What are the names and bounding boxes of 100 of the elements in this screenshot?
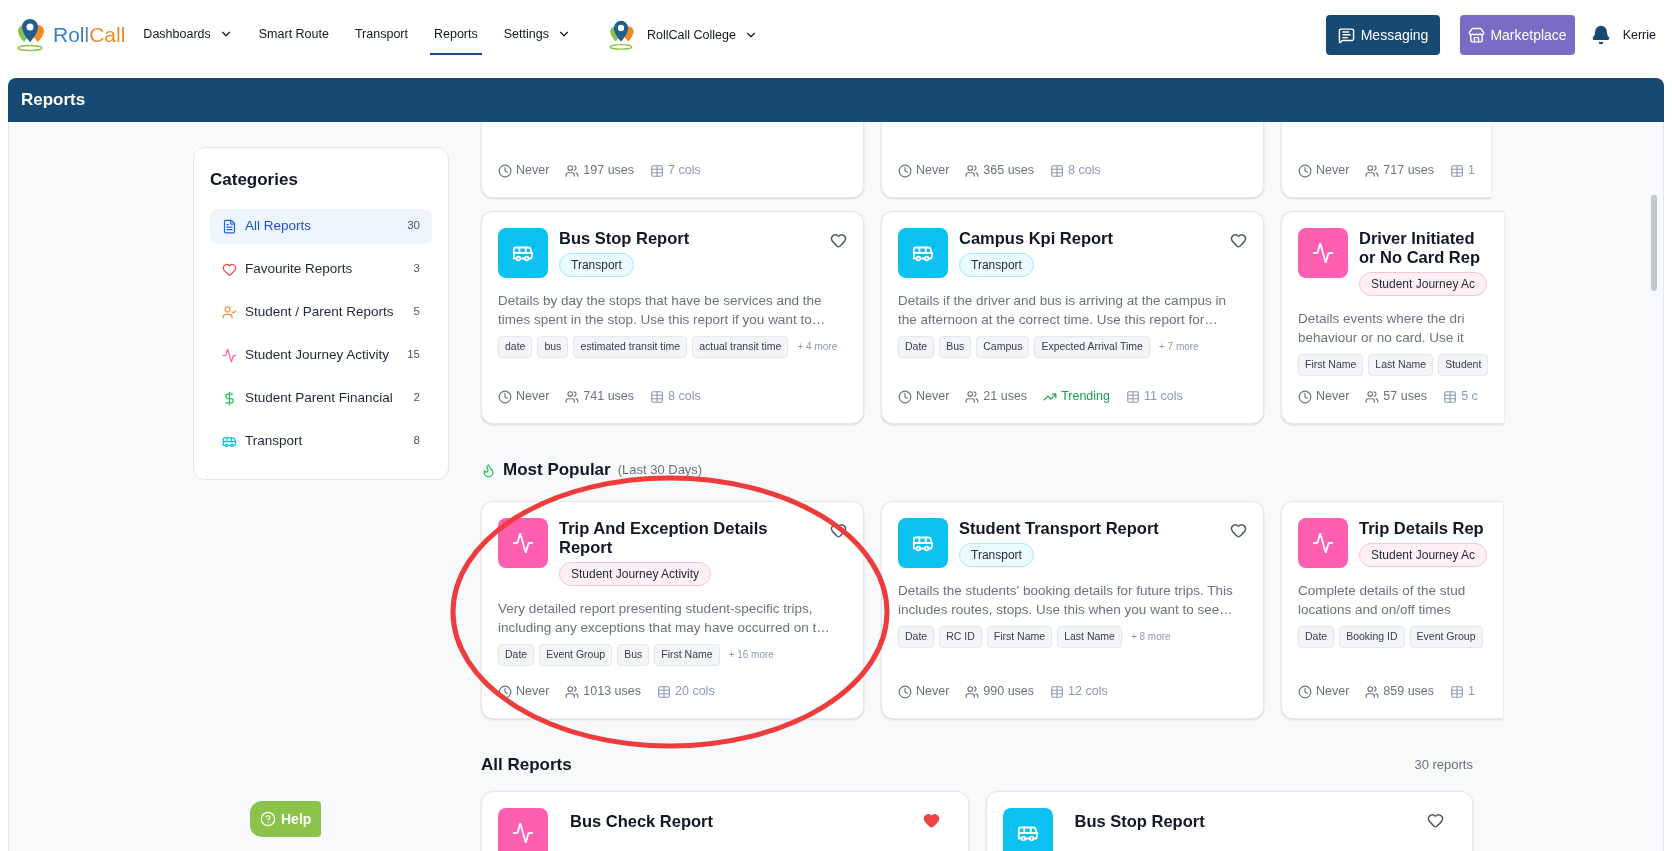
last-run: Never <box>516 162 550 180</box>
more-tags: + 8 more <box>1130 629 1171 645</box>
report-card[interactable] <box>881 211 1264 424</box>
nav-item[interactable]: Dashboards <box>139 15 237 55</box>
category-badge: Student Journey Ac <box>1359 272 1488 296</box>
report-title[interactable]: Bus Stop Report <box>1074 809 1205 834</box>
uses-count: 57 uses <box>1383 388 1428 406</box>
report-title[interactable]: Bus Check Report <box>570 809 714 834</box>
report-card[interactable]: Never 365 uses 8 cols <box>881 122 1264 198</box>
report-card[interactable]: Driver Initiated or No Card Rep Student Journey Ac Details events where the dri behaviour or no card. Use it First Name Last Name Student Never 57 uses 5 c <box>1281 211 1505 424</box>
column-tag: RC ID <box>939 626 982 648</box>
column-tag: Campus <box>976 336 1030 358</box>
messaging-button[interactable]: Messaging <box>1325 15 1441 55</box>
activity-icon <box>1298 228 1348 278</box>
column-tag: Bus <box>939 336 972 358</box>
favourite-icon[interactable] <box>1230 232 1247 249</box>
report-card[interactable]: Trip Details Rep Student Journey Ac Complete details of the stud locations and on/off times Date Booking ID Event Group Never 859 uses 1 <box>1281 501 1504 719</box>
scrollbar-thumb[interactable] <box>1651 195 1657 291</box>
clock-icon <box>1298 389 1312 404</box>
report-card[interactable]: Never 717 uses 1 <box>1281 122 1492 198</box>
report-card[interactable]: Bus Stop Report <box>985 791 1473 851</box>
report-title[interactable]: Driver Initiated or No Card Rep <box>1359 229 1480 267</box>
last-run: Never <box>1316 683 1350 701</box>
more-tags: + 16 more <box>728 647 774 663</box>
report-title[interactable]: Campus Kpi Report <box>959 229 1113 248</box>
column-tag: Date <box>1298 626 1335 648</box>
marketplace-button[interactable]: Marketplace <box>1460 15 1575 55</box>
column-tag: First Name <box>1298 354 1364 376</box>
more-tags: + 7 more <box>1158 339 1199 355</box>
column-tag: First Name <box>654 644 720 666</box>
report-title[interactable]: Student Transport Report <box>959 519 1159 538</box>
users-icon <box>565 389 580 404</box>
notifications-icon[interactable] <box>1590 25 1611 45</box>
column-tag: Date <box>898 626 935 648</box>
users-icon <box>565 163 580 178</box>
users-icon <box>565 684 580 699</box>
column-tag: Expected Arrival Time <box>1034 336 1150 358</box>
column-tag: Last Name <box>1368 354 1434 376</box>
category-badge: Transport <box>959 543 1034 567</box>
report-card[interactable] <box>481 501 864 719</box>
report-title[interactable]: Trip Details Rep <box>1359 519 1484 538</box>
report-description: Details by day the stops that have be services and the times spent in the stop. Use this report if you want to… <box>498 292 827 329</box>
flame-icon <box>481 462 496 478</box>
bus-icon <box>898 518 948 568</box>
nav-item[interactable]: Settings <box>499 15 575 55</box>
column-tag: Date <box>498 644 535 666</box>
favourite-icon[interactable] <box>1427 812 1444 829</box>
report-card[interactable] <box>481 211 864 424</box>
report-title[interactable]: Trip And Exception Details Report <box>559 519 768 557</box>
column-tag: Bus <box>617 644 650 666</box>
bus-icon <box>1002 808 1053 851</box>
columns-count: 1 <box>1468 162 1476 180</box>
users-icon <box>965 163 980 178</box>
last-run: Never <box>916 388 950 406</box>
user-name[interactable]: Kerrie <box>1622 25 1656 45</box>
category-item[interactable]: All Reports 30 <box>210 208 432 244</box>
organization-selector[interactable]: RollCall College <box>646 15 758 55</box>
document-icon <box>222 218 237 234</box>
nav-item[interactable]: Smart Route <box>254 15 333 55</box>
last-run: Never <box>916 162 950 180</box>
users-icon <box>1365 684 1380 699</box>
table-icon <box>657 684 672 699</box>
favourite-icon[interactable] <box>830 522 847 539</box>
clock-icon <box>1298 163 1312 178</box>
uses-count: 1013 uses <box>583 683 642 701</box>
favourite-icon[interactable] <box>830 232 847 249</box>
uses-count: 990 uses <box>983 683 1035 701</box>
clock-icon <box>498 684 512 699</box>
column-tag: date <box>498 336 533 358</box>
column-tag: Date <box>898 336 935 358</box>
category-item[interactable]: Favourite Reports 3 <box>210 251 432 287</box>
favourite-icon[interactable] <box>922 812 940 829</box>
category-item[interactable]: Student Journey Activity 15 <box>210 337 432 373</box>
favourite-icon[interactable] <box>1230 522 1247 539</box>
columns-count: 1 <box>1468 683 1476 701</box>
columns-count: 7 cols <box>668 162 701 180</box>
nav-item[interactable]: Transport <box>350 15 412 55</box>
table-icon <box>1126 389 1140 404</box>
section-subtitle: (Last 30 Days) <box>617 461 703 480</box>
report-card[interactable]: Never 197 uses 7 cols <box>481 122 864 198</box>
clock-icon <box>898 389 912 404</box>
report-card[interactable]: Bus Check Report <box>481 791 969 851</box>
columns-count: 5 c <box>1461 388 1478 406</box>
bus-icon <box>498 228 548 278</box>
table-icon <box>650 163 665 178</box>
category-item[interactable]: Student Parent Financial 2 <box>210 380 432 416</box>
columns-count: 8 cols <box>668 388 701 406</box>
heart-icon <box>222 261 237 277</box>
report-title[interactable]: Bus Stop Report <box>559 229 690 248</box>
report-count: 30 reports <box>1414 756 1473 775</box>
page-title: Reports <box>21 89 86 112</box>
table-icon <box>1450 163 1465 178</box>
section-title: Most Popular <box>503 459 611 482</box>
report-card[interactable] <box>881 501 1264 719</box>
uses-count: 365 uses <box>983 162 1035 180</box>
nav-item[interactable]: Reports <box>429 15 482 55</box>
users-icon <box>1365 389 1380 404</box>
category-item[interactable]: Student / Parent Reports 5 <box>210 294 432 330</box>
category-item[interactable]: Transport 8 <box>210 423 432 459</box>
report-description: Details events where the dri behaviour or no card. Use it <box>1298 310 1466 347</box>
